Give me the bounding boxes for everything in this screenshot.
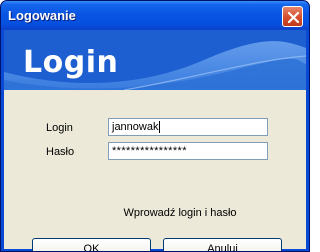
close-icon [287, 11, 300, 24]
close-button[interactable] [282, 6, 303, 27]
form-panel: Login jannowak Hasło **************** Wp… [4, 92, 306, 251]
password-input-value: **************** [112, 145, 187, 157]
window-title: Logowanie [8, 8, 76, 23]
title-bar[interactable]: Logowanie [1, 1, 309, 30]
login-input-value: jannowak [112, 121, 161, 133]
password-label: Hasło [46, 146, 75, 158]
instruction-text: Wprowadź login i hasło [123, 207, 237, 219]
ok-button[interactable]: OK [32, 238, 151, 251]
password-input[interactable]: **************** [108, 142, 268, 160]
login-dialog-window: Logowanie Login Login jannowak Hasło ***… [0, 0, 310, 252]
header-banner: Login [4, 30, 306, 90]
cancel-button[interactable]: Anuluj [163, 238, 282, 251]
dialog-client-area: Login Login jannowak Hasło *************… [4, 30, 306, 251]
login-input[interactable]: jannowak [108, 118, 268, 136]
banner-title: Login [23, 45, 119, 80]
login-label: Login [46, 122, 73, 134]
